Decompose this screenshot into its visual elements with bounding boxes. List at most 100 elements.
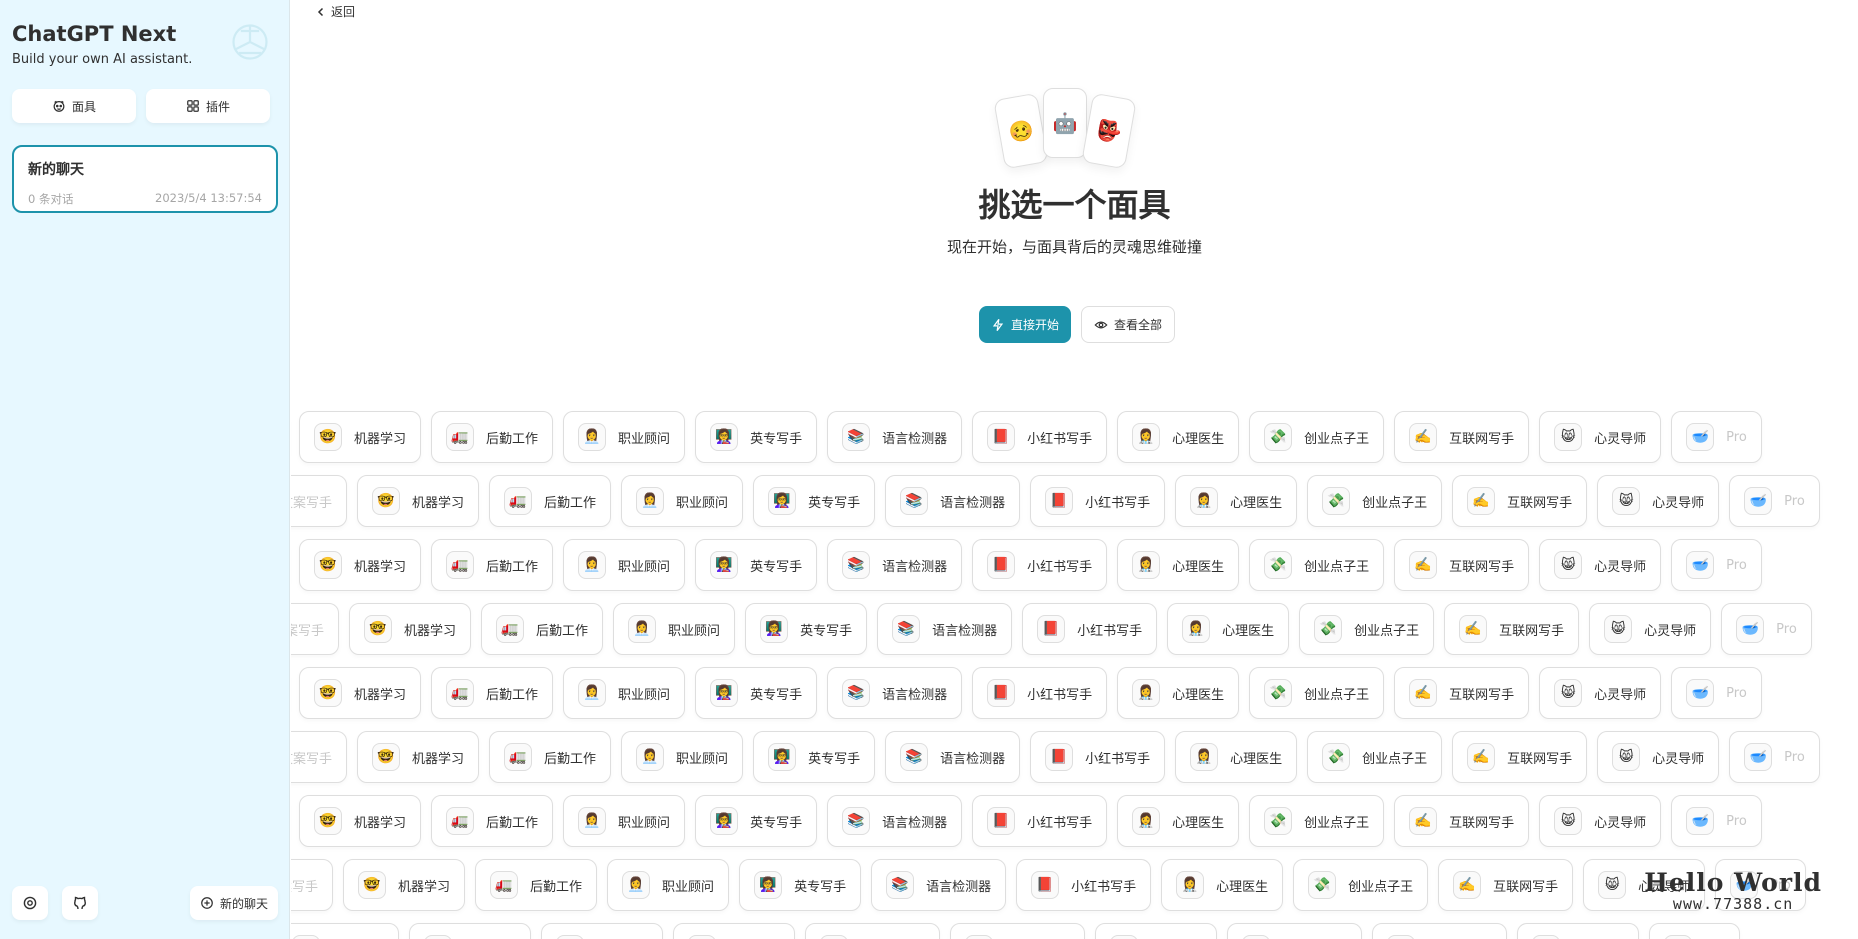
mask-item[interactable]: ✍️互联网写手 — [1394, 539, 1530, 591]
mask-item[interactable]: 👩‍⚕️心理医生 — [1175, 475, 1298, 527]
mask-item[interactable]: 📕小红书写手 — [1022, 603, 1158, 655]
mask-item[interactable]: 🚛后勤工作 — [489, 731, 612, 783]
mask-item[interactable]: 👩‍🏫英专写手 — [695, 539, 818, 591]
mask-item[interactable]: 📚 语言检测器 — [827, 411, 963, 463]
mask-item[interactable]: 👩‍⚕️心理医生 — [1161, 859, 1284, 911]
start-directly-button[interactable]: 直接开始 — [979, 306, 1072, 343]
mask-item[interactable]: 😸心灵导师 — [1539, 795, 1662, 847]
mask-item-faded[interactable]: 🥣Pro — [1729, 475, 1820, 527]
mask-item-faded[interactable]: 🥣Pro — [1649, 923, 1740, 939]
mask-item-faded[interactable]: 🥣Pro — [1671, 667, 1762, 719]
mask-item[interactable]: 👩‍🏫英专写手 — [695, 667, 818, 719]
mask-item[interactable]: 📕小红书写手 — [972, 539, 1108, 591]
mask-item[interactable]: 🚛后勤工作 — [475, 859, 598, 911]
mask-item[interactable]: 💸创业点子王 — [1227, 923, 1363, 939]
mask-item[interactable]: 👩‍🏫英专写手 — [739, 859, 862, 911]
mask-item[interactable]: 💸创业点子王 — [1299, 603, 1435, 655]
mask-item[interactable]: 🤓机器学习 — [357, 731, 480, 783]
chat-list-item[interactable]: 新的聊天 0 条对话 2023/5/4 13:57:54 — [12, 145, 278, 213]
mask-item[interactable]: 👩‍⚕️心理医生 — [1175, 731, 1298, 783]
new-chat-button[interactable]: 新的聊天 — [189, 886, 278, 920]
mask-item-faded[interactable]: 🥣Pro — [1671, 411, 1762, 463]
mask-item[interactable]: 💸创业点子王 — [1293, 859, 1429, 911]
mask-item[interactable]: ✍️互联网写手 — [1394, 411, 1530, 463]
mask-item[interactable]: 🚛后勤工作 — [431, 795, 554, 847]
mask-item-faded[interactable]: 🥣Pro — [1721, 603, 1812, 655]
mask-item[interactable]: 📚 语言检测器 — [885, 731, 1021, 783]
mask-item[interactable]: 👩‍🏫英专写手 — [673, 923, 796, 939]
mask-item[interactable]: 💸创业点子王 — [1249, 795, 1385, 847]
mask-item[interactable]: 👩‍⚕️心理医生 — [1117, 795, 1240, 847]
mask-item[interactable]: 👩‍💼职业顾问 — [541, 923, 664, 939]
mask-item-faded[interactable]: 🥣Pro — [1729, 731, 1820, 783]
mask-item[interactable]: ✍️互联网写手 — [1452, 475, 1588, 527]
mask-item[interactable]: ✍️互联网写手 — [1372, 923, 1508, 939]
mask-item[interactable]: 🤓机器学习 — [299, 795, 422, 847]
mask-item-faded[interactable]: 🥣Pro — [1671, 795, 1762, 847]
mask-item[interactable]: 👩‍🏫英专写手 — [745, 603, 868, 655]
view-all-button[interactable]: 查看全部 — [1081, 306, 1176, 343]
mask-item[interactable]: 👩‍⚕️心理医生 — [1095, 923, 1218, 939]
mask-item[interactable]: 📕小红书写手 — [972, 667, 1108, 719]
mask-item[interactable]: ✍️互联网写手 — [1394, 667, 1530, 719]
github-button[interactable] — [62, 886, 98, 920]
masks-tab[interactable]: 面具 — [12, 89, 136, 123]
plugins-tab[interactable]: 插件 — [146, 89, 270, 123]
mask-item[interactable]: 😸心灵导师 — [1539, 667, 1662, 719]
mask-item[interactable]: 💸创业点子王 — [1307, 475, 1443, 527]
mask-item[interactable]: 😸心灵导师 — [1539, 411, 1662, 463]
mask-item[interactable]: 🤓机器学习 — [299, 539, 422, 591]
mask-item[interactable]: 👩‍💼职业顾问 — [613, 603, 736, 655]
mask-item[interactable]: 🚛后勤工作 — [409, 923, 532, 939]
mask-item[interactable]: 💸创业点子王 — [1249, 411, 1385, 463]
mask-item[interactable]: 👩‍💼职业顾问 — [607, 859, 730, 911]
mask-item[interactable]: 😸心灵导师 — [1597, 475, 1720, 527]
mask-item[interactable]: 🤓机器学习 — [357, 475, 480, 527]
mask-item[interactable]: 📚 语言检测器 — [871, 859, 1007, 911]
mask-item[interactable]: 📕小红书写手 — [1030, 731, 1166, 783]
mask-item[interactable]: 👩‍🏫英专写手 — [695, 795, 818, 847]
mask-item[interactable]: 💸创业点子王 — [1307, 731, 1443, 783]
mask-item[interactable]: 💸创业点子王 — [1249, 539, 1385, 591]
mask-item[interactable]: 👩‍⚕️心理医生 — [1117, 411, 1240, 463]
mask-item[interactable]: 👩‍🏫英专写手 — [695, 411, 818, 463]
mask-item[interactable]: 👩‍⚕️心理医生 — [1117, 539, 1240, 591]
mask-item[interactable]: 🚛后勤工作 — [431, 667, 554, 719]
mask-item-faded[interactable]: 🥣Pro — [1671, 539, 1762, 591]
mask-item[interactable]: 📚 语言检测器 — [885, 475, 1021, 527]
mask-item[interactable]: 😸心灵导师 — [1589, 603, 1712, 655]
mask-item[interactable]: 👩‍⚕️心理医生 — [1117, 667, 1240, 719]
mask-item-faded[interactable]: 文案写手 — [291, 475, 348, 527]
mask-item[interactable]: 📕小红书写手 — [1030, 475, 1166, 527]
mask-item[interactable]: 🤓机器学习 — [299, 411, 422, 463]
mask-item[interactable]: 🚛后勤工作 — [481, 603, 604, 655]
mask-item[interactable]: 📚 语言检测器 — [827, 539, 963, 591]
mask-item[interactable]: 📕小红书写手 — [950, 923, 1086, 939]
mask-item[interactable]: 😸心灵导师 — [1539, 539, 1662, 591]
mask-item[interactable]: ✍️互联网写手 — [1394, 795, 1530, 847]
mask-item-faded[interactable]: 文案写手 — [291, 859, 334, 911]
mask-item[interactable]: 👩‍🏫英专写手 — [753, 475, 876, 527]
mask-item[interactable]: 🤓机器学习 — [299, 667, 422, 719]
mask-item[interactable]: 👩‍💼职业顾问 — [621, 731, 744, 783]
mask-item[interactable]: 😸心灵导师 — [1597, 731, 1720, 783]
settings-button[interactable] — [12, 886, 48, 920]
back-button[interactable]: 返回 — [315, 3, 355, 20]
mask-item[interactable]: 😸心灵导师 — [1517, 923, 1640, 939]
mask-item[interactable]: 📕小红书写手 — [972, 795, 1108, 847]
mask-item[interactable]: 👩‍💼职业顾问 — [563, 667, 686, 719]
mask-item[interactable]: ✍️互联网写手 — [1444, 603, 1580, 655]
mask-item[interactable]: 📚 语言检测器 — [827, 667, 963, 719]
mask-item[interactable]: ✍️互联网写手 — [1438, 859, 1574, 911]
mask-item[interactable]: 🤓机器学习 — [291, 923, 400, 939]
mask-item[interactable]: 🚛后勤工作 — [431, 411, 554, 463]
mask-item[interactable]: 📚 语言检测器 — [827, 795, 963, 847]
mask-item[interactable]: 📚 语言检测器 — [877, 603, 1013, 655]
mask-item-faded[interactable]: 文案写手 — [291, 603, 340, 655]
mask-item[interactable]: 👩‍💼职业顾问 — [563, 539, 686, 591]
mask-item-faded[interactable]: 文案写手 — [291, 731, 348, 783]
mask-item[interactable]: 📕小红书写手 — [1016, 859, 1152, 911]
mask-item[interactable]: 👩‍⚕️心理医生 — [1167, 603, 1290, 655]
mask-item[interactable]: 🤓机器学习 — [343, 859, 466, 911]
mask-item[interactable]: 👩‍💼职业顾问 — [563, 411, 686, 463]
